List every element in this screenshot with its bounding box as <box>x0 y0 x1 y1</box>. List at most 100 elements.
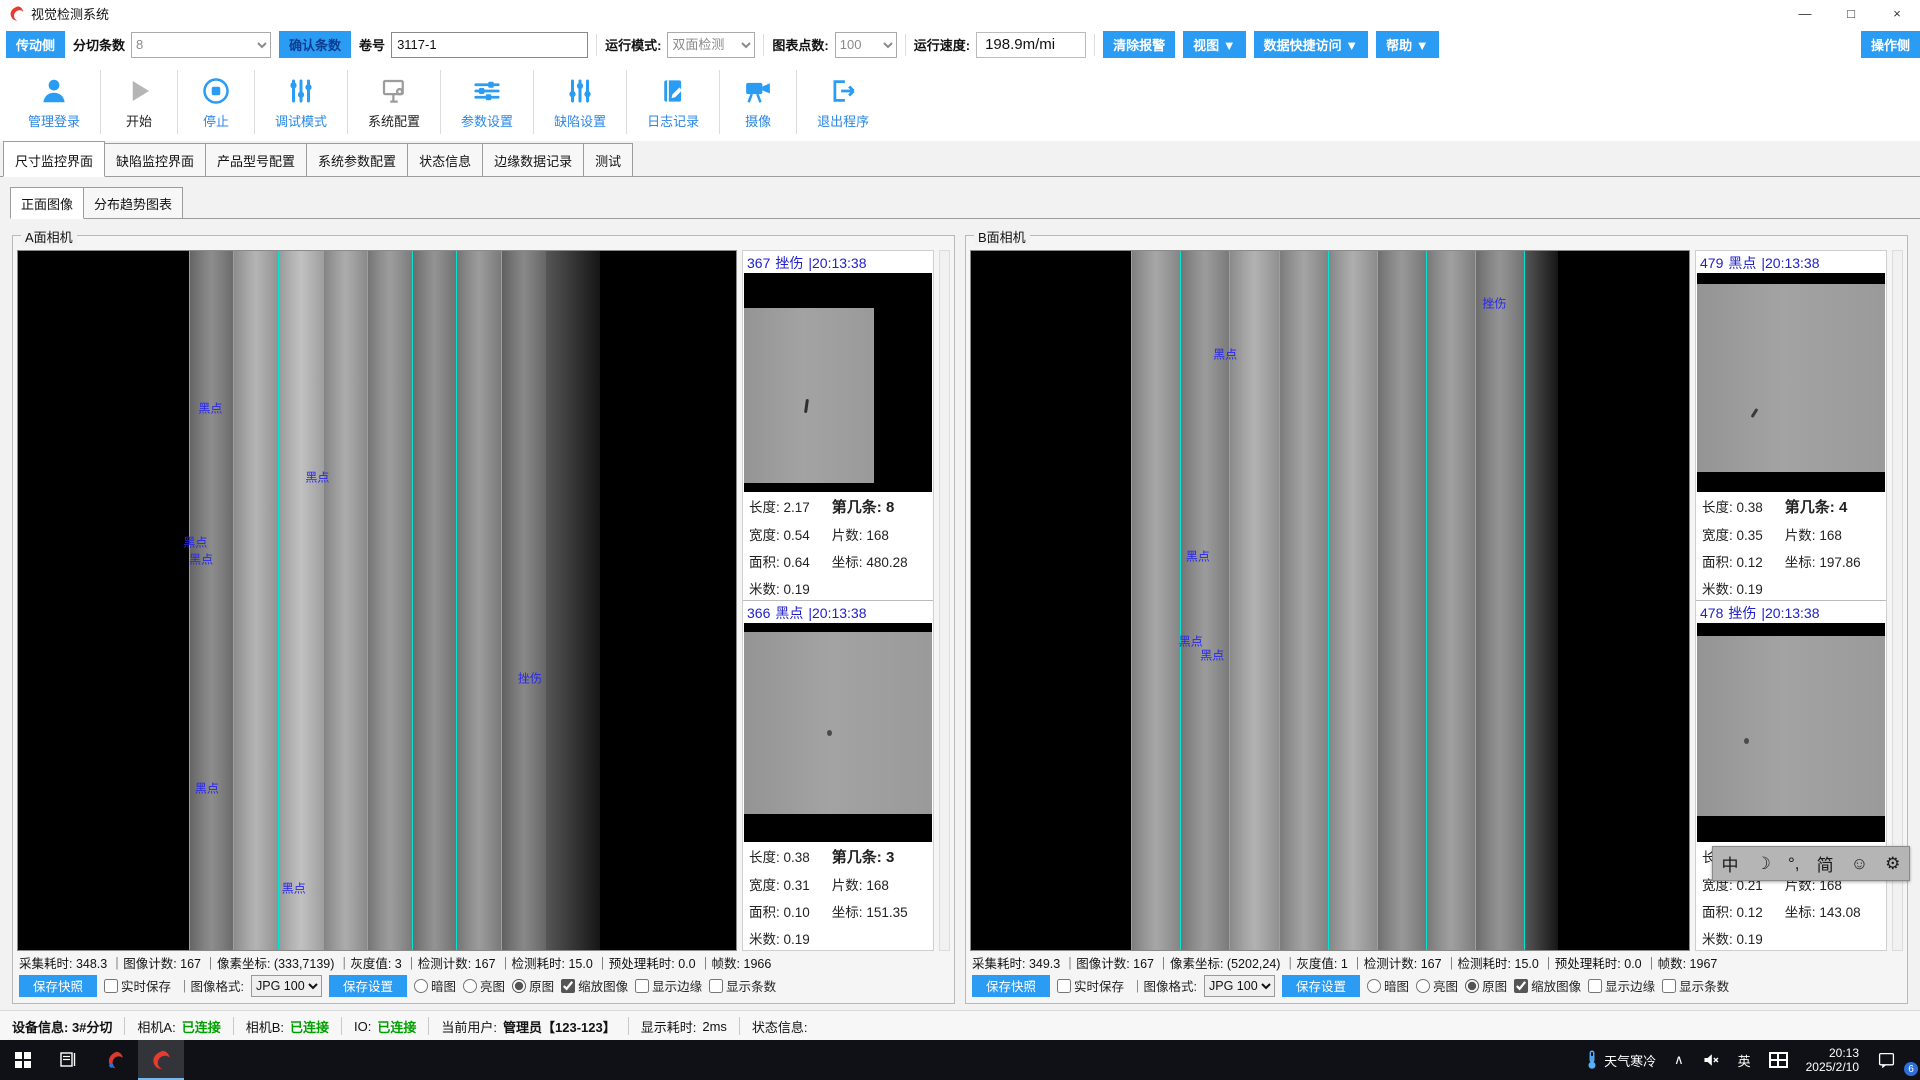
show-count-checkbox[interactable]: 显示条数 <box>1662 976 1729 995</box>
measure-label: 长度: <box>749 850 780 865</box>
tray-expand-button[interactable]: ∧ <box>1665 1040 1693 1080</box>
minimize-button[interactable]: — <box>1782 0 1828 26</box>
task-view-button[interactable] <box>46 1040 92 1080</box>
bright-image-radio[interactable]: 亮图 <box>1416 976 1458 995</box>
sub-tab-0[interactable]: 正面图像 <box>10 187 84 219</box>
close-button[interactable]: × <box>1874 0 1920 26</box>
ime-settings-icon[interactable]: ⚙ <box>1885 854 1900 874</box>
show-edge-checkbox[interactable]: 显示边缘 <box>1588 976 1655 995</box>
slit-count-select[interactable]: 8 <box>131 32 271 58</box>
measure-cell: 面积: 0.64 <box>749 551 832 571</box>
action-params-sliders[interactable]: 参数设置 <box>440 70 533 134</box>
taskbar-clock[interactable]: 20:13 2025/2/10 <box>1797 1040 1868 1080</box>
dark-image-radio-input[interactable] <box>1367 979 1381 993</box>
measure-value: 168 <box>866 878 889 893</box>
zoom-image-checkbox[interactable]: 缩放图像 <box>561 976 628 995</box>
run-mode-select[interactable]: 双面检测 <box>667 32 755 58</box>
image-format-select[interactable]: JPG 100 <box>251 975 322 997</box>
action-exit[interactable]: 退出程序 <box>796 70 889 134</box>
original-image-radio[interactable]: 原图 <box>1465 976 1507 995</box>
zoom-image-checkbox[interactable]: 缩放图像 <box>1514 976 1581 995</box>
language-indicator[interactable]: 英 <box>1729 1040 1760 1080</box>
realtime-save-input[interactable] <box>104 979 118 993</box>
measure-value: 197.86 <box>1819 555 1860 570</box>
measure-cell: 坐标: 480.28 <box>832 551 927 571</box>
maximize-button[interactable]: □ <box>1828 0 1874 26</box>
realtime-save-input[interactable] <box>1057 979 1071 993</box>
action-video-camera[interactable]: 摄像 <box>719 70 796 134</box>
ime-keyboard-button[interactable] <box>1760 1040 1797 1080</box>
zoom-image-checkbox-input[interactable] <box>1514 979 1528 993</box>
ime-punctuation-icon[interactable]: °, <box>1788 854 1800 874</box>
show-edge-checkbox-input[interactable] <box>635 979 649 993</box>
defect-blob <box>827 730 832 736</box>
show-count-checkbox-input[interactable] <box>709 979 723 993</box>
show-count-checkbox-input[interactable] <box>1662 979 1676 993</box>
show-count-checkbox[interactable]: 显示条数 <box>709 976 776 995</box>
save-snapshot-button[interactable]: 保存快照 <box>19 975 97 997</box>
ime-lang-indicator[interactable]: 中 <box>1722 851 1739 876</box>
main-tab-3[interactable]: 系统参数配置 <box>306 143 408 176</box>
save-settings-button[interactable]: 保存设置 <box>329 975 407 997</box>
dark-image-radio[interactable]: 暗图 <box>1367 976 1409 995</box>
slit-strip <box>278 251 323 950</box>
save-snapshot-button[interactable]: 保存快照 <box>972 975 1050 997</box>
clear-alarm-button[interactable]: 清除报警 <box>1103 31 1175 58</box>
drive-side-button[interactable]: 传动侧 <box>6 31 65 58</box>
defect-list-scrollbar[interactable] <box>939 250 950 951</box>
original-image-radio-label: 原图 <box>1482 976 1507 995</box>
image-format-select[interactable]: JPG 100 <box>1204 975 1275 997</box>
main-tab-1[interactable]: 缺陷监控界面 <box>104 143 206 176</box>
bright-image-radio-input[interactable] <box>463 979 477 993</box>
action-center-button[interactable]: 6 <box>1868 1040 1920 1080</box>
action-system-config[interactable]: 系统配置 <box>347 70 440 134</box>
realtime-save-checkbox[interactable]: 实时保存 <box>104 976 171 995</box>
main-tab-0[interactable]: 尺寸监控界面 <box>3 141 105 177</box>
confirm-count-button[interactable]: 确认条数 <box>279 31 351 58</box>
main-tab-6[interactable]: 测试 <box>583 143 633 176</box>
ime-simplified-icon[interactable]: 简 <box>1817 851 1834 876</box>
action-play[interactable]: 开始 <box>100 70 177 134</box>
help-menu-button[interactable]: 帮助 ▼ <box>1376 31 1438 58</box>
roll-number-input[interactable] <box>391 32 588 58</box>
bright-image-radio-input[interactable] <box>1416 979 1430 993</box>
main-tab-5[interactable]: 边缘数据记录 <box>482 143 584 176</box>
sub-tab-1[interactable]: 分布趋势图表 <box>83 187 183 218</box>
measure-cell: 宽度: 0.35 <box>1702 524 1785 544</box>
zoom-image-checkbox-input[interactable] <box>561 979 575 993</box>
measure-label: 米数: <box>749 582 780 597</box>
main-content: A面相机黑点黑点黑点黑点挫伤黑点黑点367挫伤|20:13:38长度: 2.17… <box>0 222 1920 1004</box>
bright-image-radio[interactable]: 亮图 <box>463 976 505 995</box>
dark-image-radio[interactable]: 暗图 <box>414 976 456 995</box>
ime-emoji-icon[interactable]: ☺ <box>1851 854 1868 874</box>
show-edge-checkbox-input[interactable] <box>1588 979 1602 993</box>
original-image-radio-input[interactable] <box>1465 979 1479 993</box>
chart-points-select[interactable]: 100 <box>835 32 897 58</box>
save-settings-button[interactable]: 保存设置 <box>1282 975 1360 997</box>
realtime-save-checkbox[interactable]: 实时保存 <box>1057 976 1124 995</box>
defect-type: 挫伤 <box>775 253 803 273</box>
view-menu-button[interactable]: 视图 ▼ <box>1183 31 1245 58</box>
original-image-radio-input[interactable] <box>512 979 526 993</box>
taskbar-app-active[interactable] <box>138 1040 184 1080</box>
show-edge-checkbox[interactable]: 显示边缘 <box>635 976 702 995</box>
weather-tray-item[interactable]: 天气寒冷 <box>1576 1040 1665 1080</box>
action-debug-sliders[interactable]: 调试模式 <box>254 70 347 134</box>
taskbar-app-secondary[interactable] <box>92 1040 138 1080</box>
action-user[interactable]: 管理登录 <box>8 70 100 134</box>
main-tab-2[interactable]: 产品型号配置 <box>205 143 307 176</box>
volume-button[interactable] <box>1693 1040 1729 1080</box>
action-log[interactable]: 日志记录 <box>626 70 719 134</box>
measure-cell: 坐标: 143.08 <box>1785 901 1880 921</box>
dark-image-radio-input[interactable] <box>414 979 428 993</box>
action-stop[interactable]: 停止 <box>177 70 254 134</box>
action-defect-sliders[interactable]: 缺陷设置 <box>533 70 626 134</box>
main-tab-4[interactable]: 状态信息 <box>407 143 483 176</box>
operator-side-button[interactable]: 操作侧 <box>1861 31 1920 58</box>
speaker-mute-icon <box>1702 1051 1720 1069</box>
ime-moon-icon[interactable]: ☽ <box>1756 854 1771 874</box>
action-label-exit: 退出程序 <box>817 111 869 130</box>
data-quick-access-menu-button[interactable]: 数据快捷访问 ▼ <box>1254 31 1368 58</box>
original-image-radio[interactable]: 原图 <box>512 976 554 995</box>
start-button[interactable] <box>0 1040 46 1080</box>
